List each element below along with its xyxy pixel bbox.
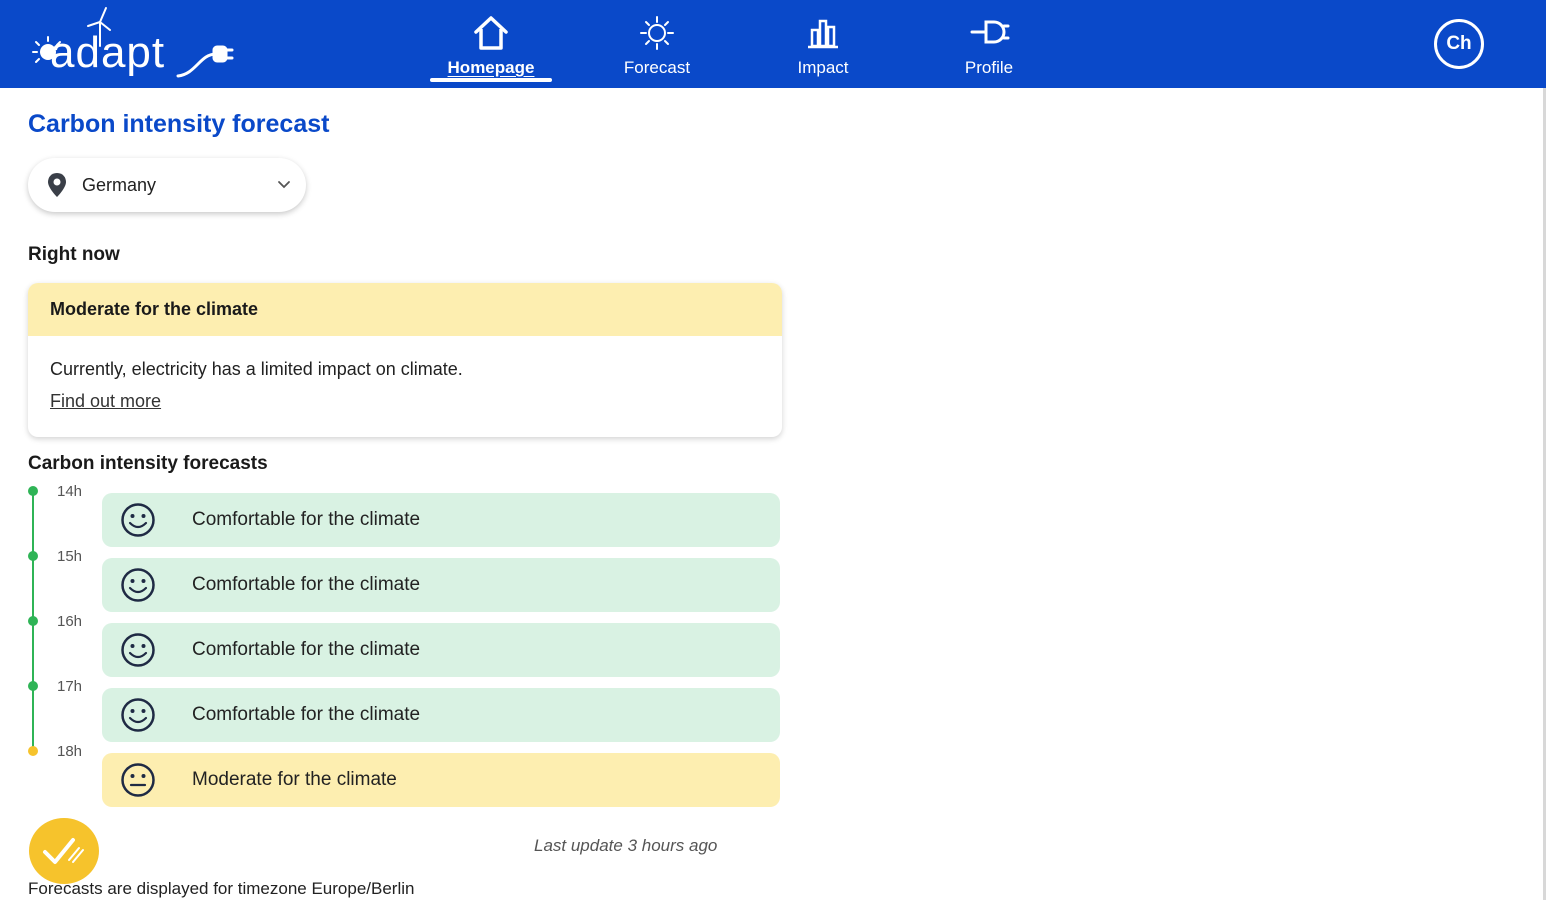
- location-pin-icon: [48, 173, 66, 197]
- neutral-face-icon: [121, 763, 155, 797]
- nav-label-impact: Impact: [797, 58, 849, 77]
- forecasts-heading: Carbon intensity forecasts: [28, 453, 268, 474]
- timeline-dot: [28, 551, 38, 561]
- timeline-dot: [28, 746, 38, 756]
- active-tab-indicator: [430, 78, 552, 82]
- nav-label-forecast: Forecast: [623, 58, 691, 77]
- page-title: Carbon intensity forecast: [28, 110, 330, 138]
- forecast-hour: 16h: [57, 613, 83, 630]
- timeline-dot: [28, 616, 38, 626]
- timeline-dot: [28, 486, 38, 496]
- country-select-value: Germany: [82, 175, 157, 195]
- sun-icon: [640, 16, 674, 50]
- right-now-heading: Right now: [28, 244, 120, 265]
- nav-forecast[interactable]: Forecast: [592, 12, 722, 84]
- top-navigation-bar: adapt Homepage Forecast Impact Profile C…: [0, 0, 1546, 88]
- forecast-label: Comfortable for the climate: [192, 639, 421, 660]
- forecast-row[interactable]: Comfortable for the climate: [102, 688, 780, 742]
- forecast-hour: 18h: [57, 743, 83, 760]
- forecast-row[interactable]: Comfortable for the climate: [102, 558, 780, 612]
- smiley-face-icon: [121, 633, 155, 667]
- logo-text: adapt: [50, 28, 166, 77]
- user-avatar[interactable]: Ch: [1434, 19, 1484, 69]
- find-out-more-link[interactable]: Find out more: [50, 391, 161, 412]
- forecast-hour: 15h: [57, 548, 83, 565]
- current-status-card: Moderate for the climate Currently, elec…: [28, 283, 782, 437]
- plug-icon: [970, 20, 1010, 44]
- forecast-label: Comfortable for the climate: [192, 574, 421, 595]
- timezone-note: Forecasts are displayed for timezone Eur…: [28, 879, 415, 898]
- checkmark-icon: [43, 838, 84, 864]
- forecast-hour: 17h: [57, 678, 83, 695]
- forecast-label: Moderate for the climate: [192, 769, 397, 790]
- smiley-face-icon: [121, 503, 155, 537]
- last-update-text: Last update 3 hours ago: [534, 836, 718, 855]
- feedback-fab[interactable]: [29, 818, 99, 884]
- bar-chart-icon: [808, 19, 838, 49]
- timeline-dot: [28, 681, 38, 691]
- smiley-face-icon: [121, 568, 155, 602]
- nav-label-homepage: Homepage: [447, 58, 535, 77]
- current-status-title: Moderate for the climate: [28, 283, 782, 336]
- forecast-row[interactable]: Moderate for the climate: [102, 753, 780, 807]
- chevron-down-icon: [278, 181, 290, 189]
- forecast-row[interactable]: Comfortable for the climate: [102, 493, 780, 547]
- forecast-label: Comfortable for the climate: [192, 704, 421, 725]
- forecast-hour: 14h: [57, 483, 83, 500]
- nav-profile[interactable]: Profile: [924, 12, 1054, 84]
- nav-label-profile: Profile: [964, 58, 1014, 77]
- current-status-description: Currently, electricity has a limited imp…: [50, 359, 463, 379]
- country-select[interactable]: Germany: [28, 158, 306, 212]
- forecast-row[interactable]: Comfortable for the climate: [102, 623, 780, 677]
- nav-homepage[interactable]: Homepage: [426, 12, 556, 84]
- smiley-face-icon: [121, 698, 155, 732]
- adapt-logo[interactable]: adapt: [28, 4, 238, 84]
- home-icon: [474, 16, 508, 50]
- nav-impact[interactable]: Impact: [758, 12, 888, 84]
- forecast-label: Comfortable for the climate: [192, 509, 421, 530]
